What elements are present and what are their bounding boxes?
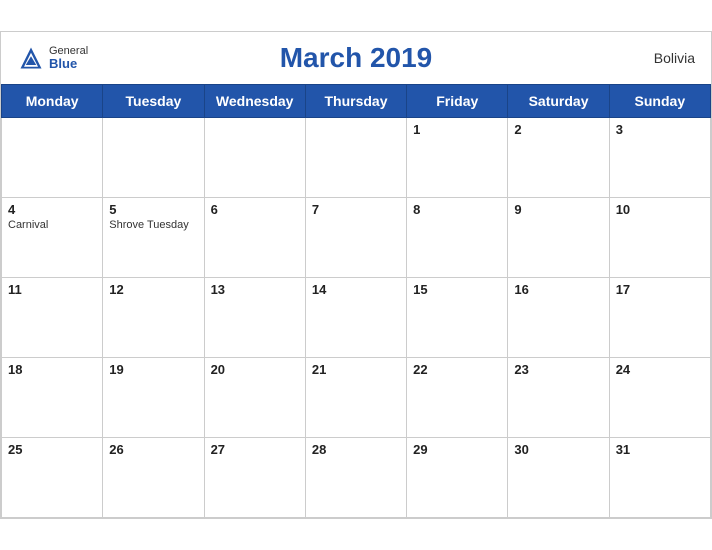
day-number: 10 bbox=[616, 202, 704, 217]
header-sunday: Sunday bbox=[609, 85, 710, 118]
day-number: 27 bbox=[211, 442, 299, 457]
calendar-header: General Blue March 2019 Bolivia bbox=[1, 32, 711, 84]
cell-w3-d2: 12 bbox=[103, 278, 204, 358]
cell-w4-d4: 21 bbox=[305, 358, 406, 438]
day-number: 29 bbox=[413, 442, 501, 457]
cell-w2-d1: 4 Carnival bbox=[2, 198, 103, 278]
event-label: Carnival bbox=[8, 219, 96, 231]
header-friday: Friday bbox=[407, 85, 508, 118]
logo-blue-text: Blue bbox=[49, 57, 88, 70]
calendar-grid: Monday Tuesday Wednesday Thursday Friday… bbox=[1, 84, 711, 518]
week-row-1: 123 bbox=[2, 118, 711, 198]
day-number: 26 bbox=[109, 442, 197, 457]
day-number: 13 bbox=[211, 282, 299, 297]
cell-w1-d3 bbox=[204, 118, 305, 198]
day-number: 18 bbox=[8, 362, 96, 377]
calendar-container: General Blue March 2019 Bolivia Monday T… bbox=[0, 31, 712, 519]
week-row-3: 11 12 13 14 15 16 17 bbox=[2, 278, 711, 358]
event-label: Shrove Tuesday bbox=[109, 219, 197, 231]
logo-text: General Blue bbox=[49, 46, 88, 70]
logo-area: General Blue bbox=[17, 44, 88, 72]
day-number: 21 bbox=[312, 362, 400, 377]
day-number: 17 bbox=[616, 282, 704, 297]
day-number: 12 bbox=[109, 282, 197, 297]
cell-w4-d2: 19 bbox=[103, 358, 204, 438]
day-number: 16 bbox=[514, 282, 602, 297]
cell-w2-d4: 7 bbox=[305, 198, 406, 278]
cell-w3-d4: 14 bbox=[305, 278, 406, 358]
header-tuesday: Tuesday bbox=[103, 85, 204, 118]
day-number: 5 bbox=[109, 202, 197, 217]
day-number: 22 bbox=[413, 362, 501, 377]
cell-w5-d6: 30 bbox=[508, 438, 609, 518]
day-number: 7 bbox=[312, 202, 400, 217]
day-number: 14 bbox=[312, 282, 400, 297]
header-thursday: Thursday bbox=[305, 85, 406, 118]
logo-icon bbox=[17, 44, 45, 72]
day-number: 28 bbox=[312, 442, 400, 457]
week-row-4: 18 19 20 21 22 23 24 bbox=[2, 358, 711, 438]
cell-w2-d6: 9 bbox=[508, 198, 609, 278]
week-row-2: 4 Carnival 5 Shrove Tuesday 6789 10 bbox=[2, 198, 711, 278]
cell-w4-d3: 20 bbox=[204, 358, 305, 438]
cell-w2-d7: 10 bbox=[609, 198, 710, 278]
day-number: 31 bbox=[616, 442, 704, 457]
day-number: 6 bbox=[211, 202, 299, 217]
cell-w1-d7: 3 bbox=[609, 118, 710, 198]
cell-w3-d3: 13 bbox=[204, 278, 305, 358]
cell-w1-d6: 2 bbox=[508, 118, 609, 198]
week-row-5: 25 26 27 28 29 30 31 bbox=[2, 438, 711, 518]
cell-w3-d5: 15 bbox=[407, 278, 508, 358]
cell-w1-d5: 1 bbox=[407, 118, 508, 198]
day-number: 11 bbox=[8, 282, 96, 297]
cell-w1-d2 bbox=[103, 118, 204, 198]
days-header-row: Monday Tuesday Wednesday Thursday Friday… bbox=[2, 85, 711, 118]
day-number: 30 bbox=[514, 442, 602, 457]
cell-w4-d1: 18 bbox=[2, 358, 103, 438]
cell-w5-d5: 29 bbox=[407, 438, 508, 518]
header-monday: Monday bbox=[2, 85, 103, 118]
cell-w2-d3: 6 bbox=[204, 198, 305, 278]
cell-w3-d1: 11 bbox=[2, 278, 103, 358]
cell-w5-d1: 25 bbox=[2, 438, 103, 518]
cell-w3-d7: 17 bbox=[609, 278, 710, 358]
country-label: Bolivia bbox=[654, 50, 695, 66]
cell-w1-d1 bbox=[2, 118, 103, 198]
day-number: 15 bbox=[413, 282, 501, 297]
cell-w2-d5: 8 bbox=[407, 198, 508, 278]
cell-w5-d3: 27 bbox=[204, 438, 305, 518]
day-number: 1 bbox=[413, 122, 501, 137]
cell-w4-d7: 24 bbox=[609, 358, 710, 438]
day-number: 25 bbox=[8, 442, 96, 457]
cell-w3-d6: 16 bbox=[508, 278, 609, 358]
cell-w5-d2: 26 bbox=[103, 438, 204, 518]
header-wednesday: Wednesday bbox=[204, 85, 305, 118]
day-number: 9 bbox=[514, 202, 602, 217]
cell-w1-d4 bbox=[305, 118, 406, 198]
day-number: 24 bbox=[616, 362, 704, 377]
calendar-body: 1234Carnival5Shrove Tuesday6789101112131… bbox=[2, 118, 711, 518]
cell-w5-d4: 28 bbox=[305, 438, 406, 518]
day-number: 2 bbox=[514, 122, 602, 137]
header-saturday: Saturday bbox=[508, 85, 609, 118]
day-number: 3 bbox=[616, 122, 704, 137]
cell-w4-d5: 22 bbox=[407, 358, 508, 438]
day-number: 19 bbox=[109, 362, 197, 377]
day-number: 4 bbox=[8, 202, 96, 217]
day-number: 23 bbox=[514, 362, 602, 377]
day-number: 8 bbox=[413, 202, 501, 217]
cell-w5-d7: 31 bbox=[609, 438, 710, 518]
cell-w4-d6: 23 bbox=[508, 358, 609, 438]
cell-w2-d2: 5 Shrove Tuesday bbox=[103, 198, 204, 278]
day-number: 20 bbox=[211, 362, 299, 377]
calendar-title: March 2019 bbox=[280, 42, 433, 74]
